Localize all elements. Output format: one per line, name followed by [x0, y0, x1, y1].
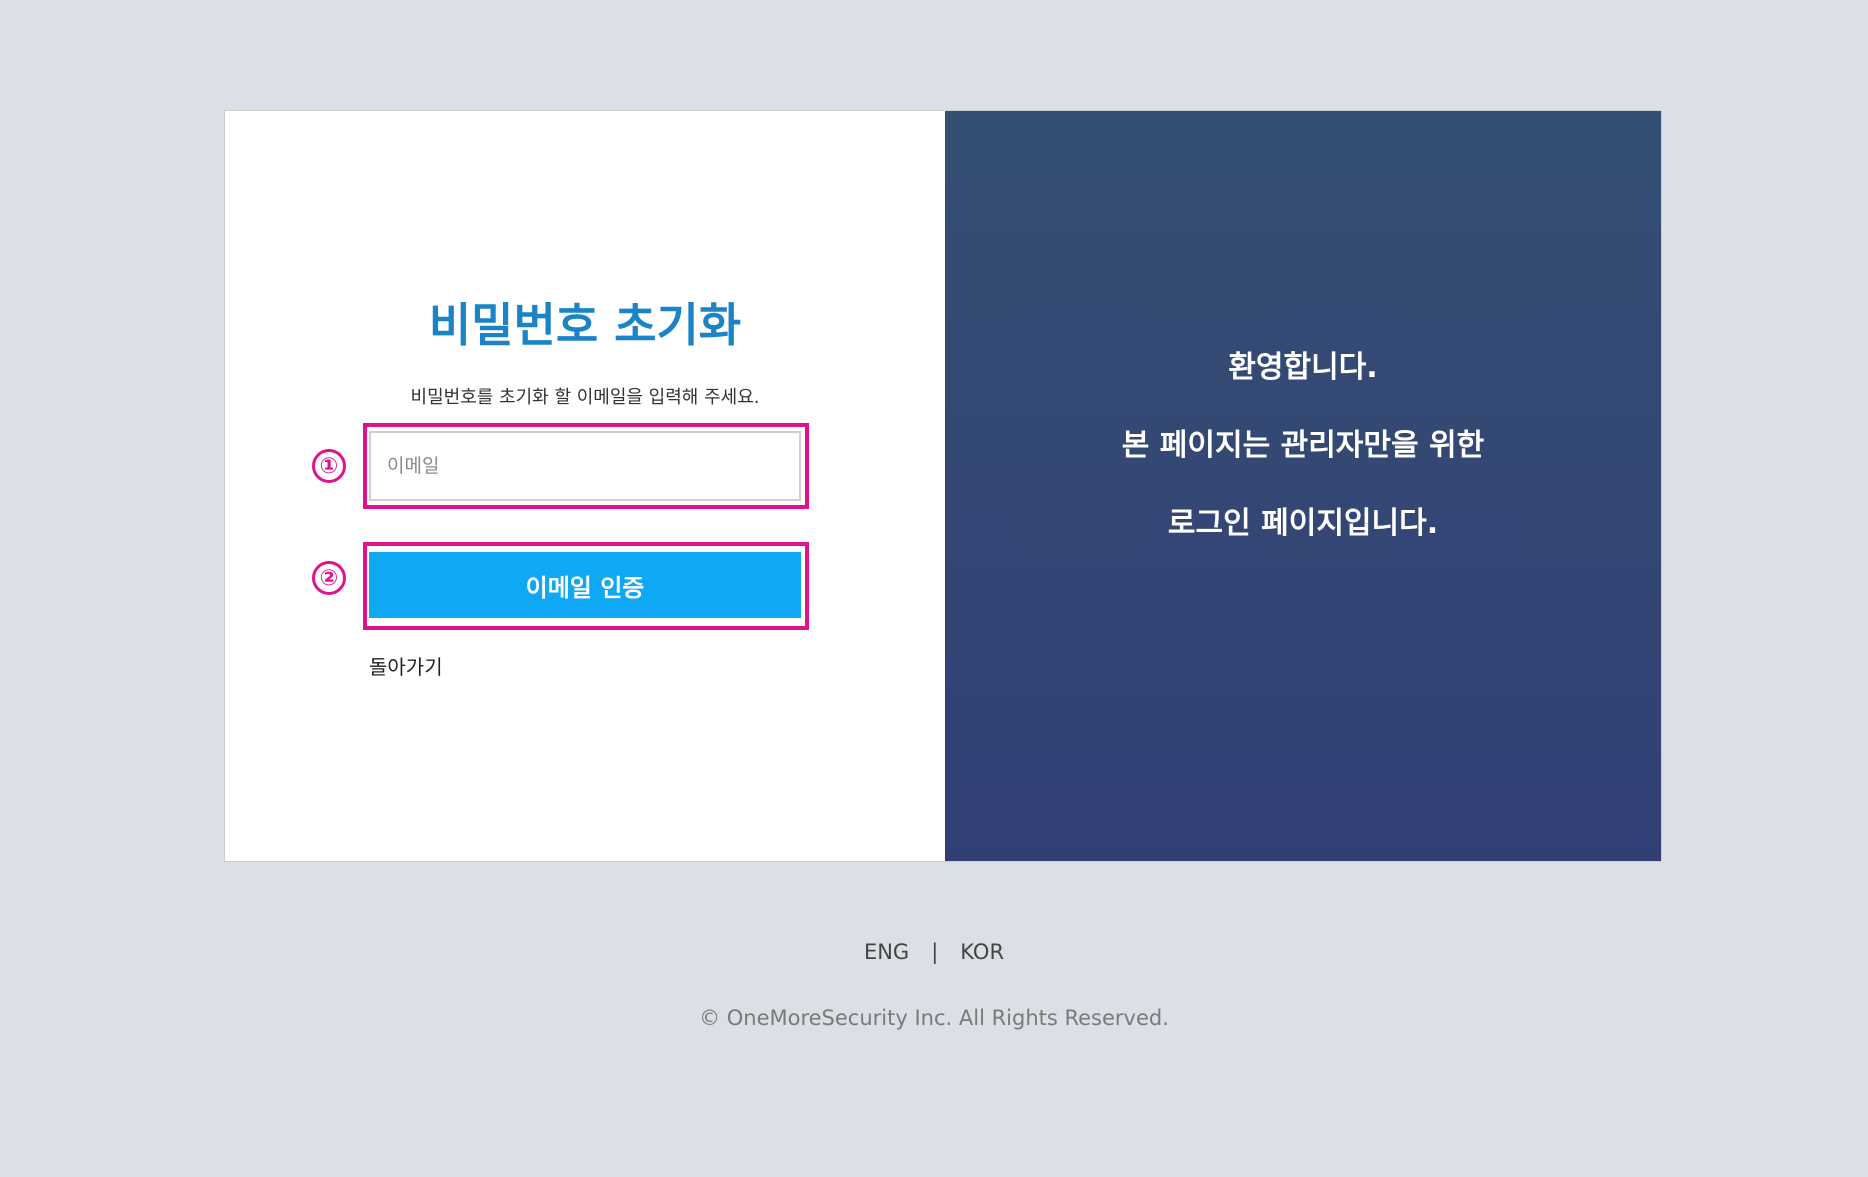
step-1-marker: ① [312, 449, 346, 483]
reset-form-panel: 비밀번호 초기화 비밀번호를 초기화 할 이메일을 입력해 주세요. ① ② 이… [225, 111, 945, 861]
instruction-text: 비밀번호를 초기화 할 이메일을 입력해 주세요. [410, 387, 760, 408]
welcome-heading: 환영합니다. [1228, 350, 1378, 385]
language-switcher: ENG | KOR [0, 940, 1868, 964]
welcome-text-line-1: 본 페이지는 관리자만을 위한 [1121, 428, 1485, 463]
back-link[interactable]: 돌아가기 [369, 651, 443, 680]
email-input[interactable] [369, 431, 801, 501]
welcome-panel: 환영합니다. 본 페이지는 관리자만을 위한 로그인 페이지입니다. [945, 111, 1661, 861]
lang-separator: | [931, 940, 939, 964]
lang-eng-link[interactable]: ENG [864, 940, 909, 964]
reset-password-card: 비밀번호 초기화 비밀번호를 초기화 할 이메일을 입력해 주세요. ① ② 이… [224, 110, 1662, 862]
lang-kor-link[interactable]: KOR [960, 940, 1004, 964]
welcome-text-line-2: 로그인 페이지입니다. [1167, 506, 1439, 541]
step-2-marker: ② [312, 561, 346, 595]
page-title: 비밀번호 초기화 [428, 298, 742, 352]
copyright-text: © OneMoreSecurity Inc. All Rights Reserv… [699, 1006, 1169, 1030]
email-verify-button[interactable]: 이메일 인증 [369, 552, 801, 618]
